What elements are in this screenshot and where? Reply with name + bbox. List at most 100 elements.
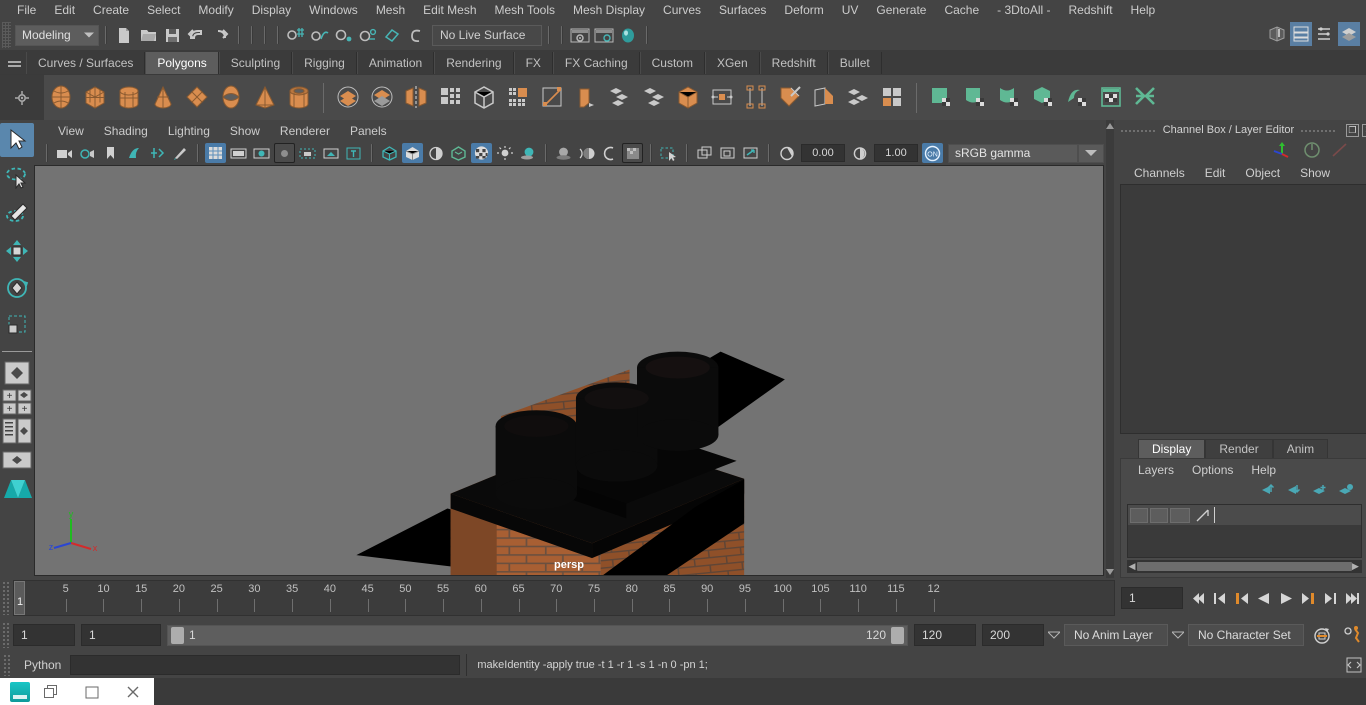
shelf-tab-polygons[interactable]: Polygons xyxy=(145,52,219,74)
poly-cube-icon[interactable] xyxy=(79,79,111,117)
bridge-icon[interactable] xyxy=(604,79,636,117)
exposure-value-field[interactable]: 0.00 xyxy=(801,144,845,162)
grid-toggle-icon[interactable] xyxy=(205,143,226,163)
layer-list-hscrollbar[interactable]: ◀ ▶ xyxy=(1127,560,1362,573)
restore-icon[interactable] xyxy=(30,684,71,700)
snap-to-curve-icon[interactable] xyxy=(309,23,331,47)
paint-select-tool-icon[interactable] xyxy=(0,197,34,231)
go-to-end-icon[interactable] xyxy=(1343,588,1360,608)
layer-editor-tab-anim[interactable]: Anim xyxy=(1272,439,1329,458)
multi-component-icon[interactable] xyxy=(876,79,908,117)
save-scene-icon[interactable] xyxy=(161,23,183,47)
new-scene-icon[interactable] xyxy=(113,23,135,47)
animation-preferences-icon[interactable] xyxy=(1340,623,1366,647)
channel-box-menu-channels[interactable]: Channels xyxy=(1124,166,1195,180)
time-slider-track[interactable]: 1 5 10 15 20 25 30 35 40 45 50 55 60 65 70 75 80 85 90 95 1… xyxy=(13,580,1115,616)
depth-of-field-icon[interactable] xyxy=(622,143,643,163)
xray-icon[interactable] xyxy=(320,143,341,163)
modeling-toolkit-icon[interactable] xyxy=(1266,22,1288,46)
script-editor-icon[interactable] xyxy=(1342,654,1366,676)
scroll-down-icon[interactable] xyxy=(1106,566,1114,578)
menu-item-display[interactable]: Display xyxy=(243,0,300,20)
step-back-frame-icon[interactable] xyxy=(1233,588,1250,608)
shelf-tab-redshift[interactable]: Redshift xyxy=(759,52,828,74)
scale-tool-icon[interactable] xyxy=(0,308,34,342)
poly-torus-icon[interactable] xyxy=(215,79,247,117)
command-line-grip[interactable] xyxy=(3,654,12,676)
menu-item-edit[interactable]: Edit xyxy=(45,0,84,20)
transform-axis-icon[interactable] xyxy=(1271,141,1293,162)
panel-tear-off-copy-icon[interactable] xyxy=(717,143,738,163)
shelf-tab-animation[interactable]: Animation xyxy=(356,52,435,74)
viewport-scroll-strip[interactable] xyxy=(1106,120,1114,578)
color-space-dropdown-icon[interactable] xyxy=(1078,143,1104,163)
extract-icon[interactable] xyxy=(468,79,500,117)
menu-item-windows[interactable]: Windows xyxy=(300,0,367,20)
hypershade-icon[interactable] xyxy=(617,23,639,47)
anim-layer-dropdown-icon[interactable] xyxy=(1168,625,1188,645)
snap-to-point-icon[interactable] xyxy=(333,23,355,47)
shelf-tab-rigging[interactable]: Rigging xyxy=(292,52,357,74)
boolean-icon[interactable] xyxy=(502,79,534,117)
statusline-grip[interactable] xyxy=(2,22,11,48)
lasso-select-tool-icon[interactable] xyxy=(0,160,34,194)
bevel-icon[interactable] xyxy=(570,79,602,117)
menu-set-selector[interactable]: Modeling xyxy=(15,24,99,46)
mirror-icon[interactable] xyxy=(400,79,432,117)
layer-visibility-toggle[interactable] xyxy=(1130,507,1148,523)
menu-item-mesh-tools[interactable]: Mesh Tools xyxy=(486,0,564,20)
range-slider[interactable]: 1 120 xyxy=(167,624,908,646)
menu-item-mesh-display[interactable]: Mesh Display xyxy=(564,0,654,20)
select-tool-icon[interactable] xyxy=(0,123,34,157)
play-forwards-icon[interactable] xyxy=(1277,588,1294,608)
channel-box-menu-edit[interactable]: Edit xyxy=(1195,166,1236,180)
layer-list[interactable] xyxy=(1127,504,1362,558)
current-time-indicator[interactable]: 1 xyxy=(14,581,25,615)
combine-icon[interactable] xyxy=(332,79,364,117)
command-language-label[interactable]: Python xyxy=(15,658,70,672)
current-frame-field[interactable]: 1 xyxy=(1121,587,1183,609)
tool-settings-toggle-icon[interactable] xyxy=(1338,22,1360,46)
menu-item-generate[interactable]: Generate xyxy=(867,0,935,20)
shelf-tab-xgen[interactable]: XGen xyxy=(704,52,760,74)
channel-box-menu-object[interactable]: Object xyxy=(1235,166,1290,180)
grease-pencil-icon[interactable] xyxy=(169,143,190,163)
step-forward-key-icon[interactable] xyxy=(1321,588,1338,608)
connect-icon[interactable] xyxy=(808,79,840,117)
menu-item-3dtoall[interactable]: - 3DtoAll - xyxy=(988,0,1059,20)
layer-menu-help[interactable]: Help xyxy=(1242,463,1285,477)
maya-logo-icon[interactable] xyxy=(1,476,33,502)
gate-mask-icon[interactable] xyxy=(274,143,295,163)
persp-graph-layout-icon[interactable] xyxy=(1,447,33,473)
open-scene-icon[interactable] xyxy=(137,23,159,47)
create-empty-layer-icon[interactable] xyxy=(1311,483,1328,500)
use-all-lights-icon[interactable] xyxy=(494,143,515,163)
layer-playback-toggle[interactable] xyxy=(1150,507,1168,523)
viewport-menu-show[interactable]: Show xyxy=(220,122,270,141)
speed-dial-icon[interactable] xyxy=(1303,141,1321,162)
poly-pyramid-icon[interactable] xyxy=(249,79,281,117)
poly-pipe-icon[interactable] xyxy=(283,79,315,117)
film-gate-icon[interactable] xyxy=(228,143,249,163)
menu-item-curves[interactable]: Curves xyxy=(654,0,710,20)
multisample-aa-icon[interactable] xyxy=(599,143,620,163)
wedge-icon[interactable] xyxy=(638,79,670,117)
menu-item-edit-mesh[interactable]: Edit Mesh xyxy=(414,0,485,20)
shelf-menu-icon[interactable] xyxy=(2,50,26,74)
shelf-tab-curves-surfaces[interactable]: Curves / Surfaces xyxy=(26,52,146,74)
snap-to-projected-center-icon[interactable] xyxy=(357,23,379,47)
menu-item-redshift[interactable]: Redshift xyxy=(1060,0,1122,20)
append-icon[interactable] xyxy=(672,79,704,117)
show-render-view-icon[interactable] xyxy=(569,23,591,47)
four-view-layout-icon[interactable]: + + + xyxy=(1,389,33,415)
create-layer-from-selected-icon[interactable] xyxy=(1337,483,1354,500)
channel-box-toggle-icon[interactable] xyxy=(1290,22,1312,46)
isolate-select-icon[interactable] xyxy=(658,143,679,163)
graph-line-icon[interactable] xyxy=(1331,141,1349,162)
scroll-up-icon[interactable] xyxy=(1106,120,1114,132)
menu-item-modify[interactable]: Modify xyxy=(189,0,242,20)
rotate-tool-icon[interactable] xyxy=(0,271,34,305)
uv-unfold-icon[interactable] xyxy=(1061,79,1093,117)
play-backwards-icon[interactable] xyxy=(1255,588,1272,608)
menu-item-surfaces[interactable]: Surfaces xyxy=(710,0,775,20)
